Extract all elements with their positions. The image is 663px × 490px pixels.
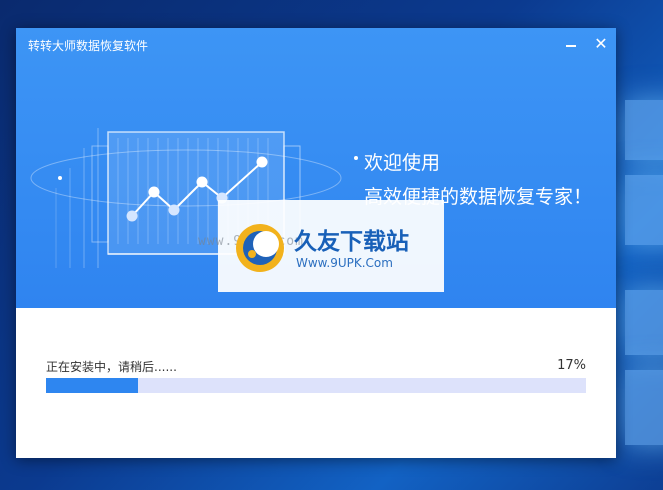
install-progress-fill	[46, 378, 138, 393]
windows-logo-pane	[625, 100, 663, 160]
installer-window: 转转大师数据恢复软件 ✕ 欢迎使用 高效便捷的数据恢复专家！ www.9UPK.…	[16, 28, 616, 458]
install-status-text: 正在安装中，请稍后......	[46, 360, 177, 374]
minimize-button[interactable]	[560, 34, 582, 54]
welcome-heading: 欢迎使用	[364, 152, 441, 174]
watermark-logo-icon	[236, 224, 284, 272]
close-icon: ✕	[594, 34, 608, 53]
watermark-overlay: www.9UPK.com 久友下载站 Www.9UPK.Com	[198, 200, 444, 292]
windows-logo-pane	[625, 175, 663, 245]
hero-banner: 转转大师数据恢复软件 ✕ 欢迎使用 高效便捷的数据恢复专家！ www.9UPK.…	[16, 28, 616, 308]
install-percent: 17%	[557, 358, 586, 373]
install-progress-bar	[46, 378, 586, 393]
windows-logo-pane	[625, 290, 663, 355]
windows-logo-pane	[625, 370, 663, 445]
watermark-url: Www.9UPK.Com	[296, 256, 393, 270]
close-button[interactable]: ✕	[590, 34, 612, 54]
window-title: 转转大师数据恢复软件	[28, 39, 149, 53]
minimize-icon	[566, 45, 576, 47]
watermark-site-name: 久友下载站	[294, 229, 409, 255]
title-bar: 转转大师数据恢复软件 ✕	[16, 28, 616, 60]
